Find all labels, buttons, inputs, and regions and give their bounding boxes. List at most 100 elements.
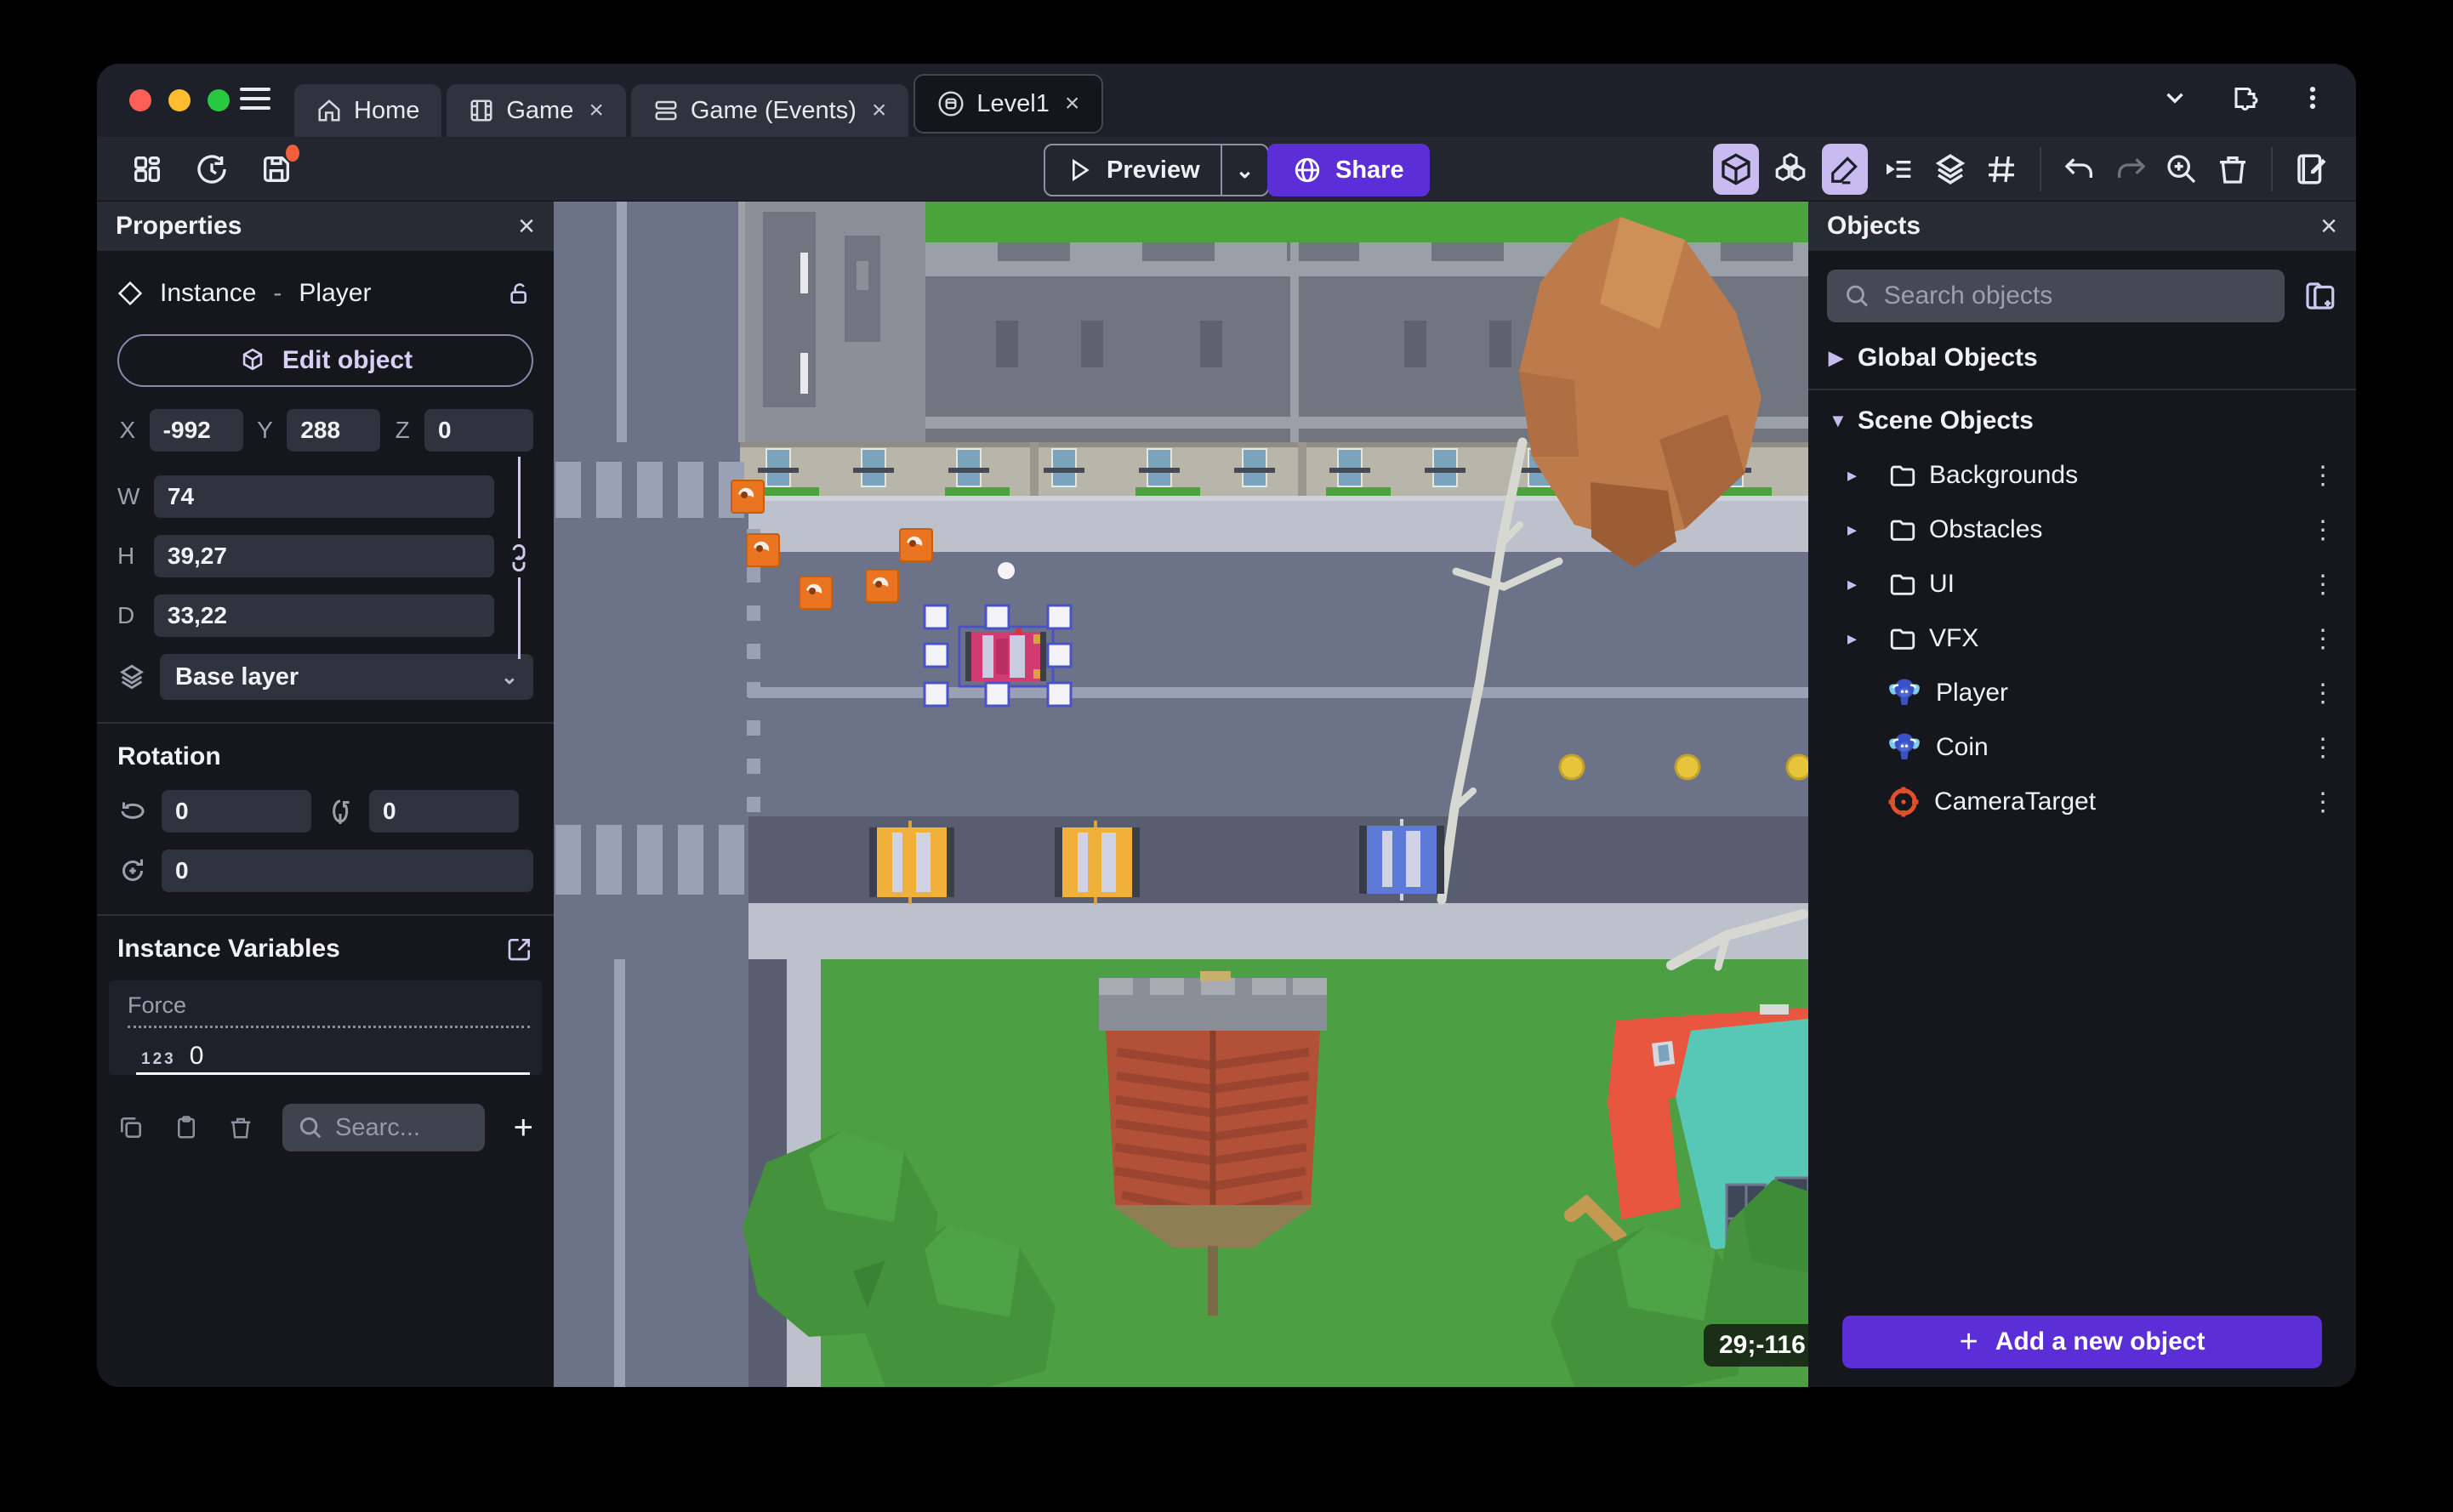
- variables-search[interactable]: [282, 1104, 485, 1151]
- depth-input[interactable]: [153, 594, 494, 637]
- close-tab-icon[interactable]: ×: [589, 96, 604, 125]
- globe-icon: [1295, 157, 1320, 183]
- expanded-arrow-icon: ▼: [1829, 410, 1847, 431]
- height-input[interactable]: [153, 535, 494, 577]
- blue-car: [1359, 819, 1444, 901]
- folder-vfx[interactable]: ▸ VFX ⋮: [1808, 611, 2356, 666]
- group-label: Scene Objects: [1858, 406, 2034, 435]
- layer-select[interactable]: Base layer ⌄: [160, 654, 533, 700]
- folder-obstacles[interactable]: ▸ Obstacles ⋮: [1808, 503, 2356, 557]
- tab-level1[interactable]: Level1 ×: [913, 74, 1104, 134]
- close-properties-icon[interactable]: ×: [518, 210, 535, 243]
- layer-caret-icon: ⌄: [500, 665, 518, 689]
- objects-search-input[interactable]: [1883, 281, 2268, 310]
- dimensions-link-toggle[interactable]: [506, 457, 532, 659]
- folder-ui[interactable]: ▸ UI ⋮: [1808, 557, 2356, 611]
- undo-icon[interactable]: [2060, 150, 2099, 189]
- search-icon: [299, 1117, 322, 1139]
- hamburger-menu-icon[interactable]: [240, 88, 270, 110]
- kebab-menu-icon[interactable]: ⋮: [2310, 515, 2336, 545]
- maximize-window-button[interactable]: [208, 89, 230, 111]
- instance-header-row: Instance - Player: [117, 268, 533, 319]
- titlebar: Home Game × Game (Events) × Level1 ×: [97, 64, 2356, 137]
- rotation-x-input[interactable]: [162, 790, 311, 833]
- layers-icon[interactable]: [1931, 150, 1970, 189]
- scene-objects-group[interactable]: ▼ Scene Objects: [1808, 394, 2356, 448]
- app-window: Home Game × Game (Events) × Level1 × Pre…: [97, 64, 2356, 1387]
- edit-pencil-icon[interactable]: [1822, 144, 1868, 195]
- scene-editor-canvas[interactable]: 29;-116: [554, 202, 1808, 1387]
- variable-card-force[interactable]: Force 123 0: [109, 981, 542, 1075]
- panels-layout-icon[interactable]: [128, 150, 167, 189]
- y-input[interactable]: [287, 409, 381, 452]
- scene-icon: [938, 91, 964, 117]
- x-input[interactable]: [149, 409, 243, 452]
- kebab-menu-icon[interactable]: ⋮: [2310, 679, 2336, 708]
- history-icon[interactable]: [192, 150, 231, 189]
- 3d-view-icon[interactable]: [1713, 144, 1759, 195]
- kebab-menu-icon[interactable]: ⋮: [2310, 461, 2336, 491]
- kebab-menu-icon[interactable]: [2298, 83, 2327, 112]
- global-objects-group[interactable]: ▶ Global Objects: [1808, 331, 2356, 385]
- minimize-window-button[interactable]: [168, 89, 191, 111]
- preview-button[interactable]: Preview ⌄: [1044, 144, 1270, 196]
- tab-home[interactable]: Home: [294, 84, 442, 137]
- close-window-button[interactable]: [129, 89, 151, 111]
- delete-trash-icon[interactable]: [2213, 150, 2252, 189]
- tab-label: Home: [354, 96, 420, 124]
- kebab-menu-icon[interactable]: ⋮: [2310, 570, 2336, 600]
- cursor-coordinates-badge: 29;-116: [1704, 1324, 1808, 1367]
- delete-variable-trash-icon[interactable]: [228, 1114, 253, 1141]
- edit-object-button[interactable]: Edit object: [117, 334, 533, 387]
- object-cameratarget[interactable]: CameraTarget ⋮: [1808, 775, 2356, 829]
- object-label: CameraTarget: [1934, 787, 2097, 816]
- rotation-y-input[interactable]: [369, 790, 519, 833]
- redo-icon[interactable]: [2111, 150, 2150, 189]
- object-coin[interactable]: Coin ⋮: [1808, 720, 2356, 775]
- monkey-object-icon: [1889, 679, 1920, 705]
- unlock-icon[interactable]: [506, 280, 533, 307]
- object-player[interactable]: Player ⋮: [1808, 666, 2356, 720]
- add-folder-icon[interactable]: [2302, 278, 2337, 314]
- preview-dropdown-caret[interactable]: ⌄: [1222, 157, 1268, 184]
- variables-search-input[interactable]: [335, 1113, 446, 1142]
- close-objects-icon[interactable]: ×: [2320, 210, 2337, 243]
- kebab-menu-icon[interactable]: ⋮: [2310, 733, 2336, 763]
- extensions-puzzle-icon[interactable]: [2228, 82, 2259, 113]
- objects-search[interactable]: [1827, 270, 2285, 322]
- x-label: X: [119, 417, 136, 443]
- close-tab-icon[interactable]: ×: [1065, 89, 1080, 118]
- save-icon[interactable]: [257, 144, 299, 189]
- open-variables-external-icon[interactable]: [506, 935, 533, 963]
- folder-label: Backgrounds: [1929, 461, 2079, 489]
- chevron-down-icon[interactable]: [2160, 83, 2189, 112]
- objects-cubes-icon[interactable]: [1771, 150, 1810, 189]
- rotation-z-input[interactable]: [162, 850, 533, 892]
- main-area: Properties × Instance - Player Edit obje…: [97, 202, 2356, 1387]
- h-label: H: [117, 543, 135, 569]
- tab-game-events[interactable]: Game (Events) ×: [630, 84, 909, 137]
- instances-list-icon[interactable]: [1880, 150, 1919, 189]
- grid-icon[interactable]: [1982, 150, 2021, 189]
- add-new-object-button[interactable]: + Add a new object: [1842, 1316, 2322, 1368]
- rotation-title: Rotation: [117, 742, 221, 770]
- zoom-in-icon[interactable]: [2162, 150, 2201, 189]
- add-variable-button[interactable]: +: [514, 1111, 533, 1145]
- window-controls: [129, 89, 230, 111]
- tab-game[interactable]: Game ×: [447, 84, 626, 137]
- tab-label: Level1: [976, 89, 1050, 117]
- copy-icon[interactable]: [117, 1114, 145, 1141]
- variable-value[interactable]: 0: [190, 1042, 204, 1071]
- width-input[interactable]: [153, 475, 494, 518]
- z-input[interactable]: [424, 409, 534, 452]
- layer-value: Base layer: [175, 662, 299, 691]
- kebab-menu-icon[interactable]: ⋮: [2310, 624, 2336, 654]
- close-tab-icon[interactable]: ×: [872, 96, 887, 125]
- paste-clipboard-icon[interactable]: [174, 1114, 199, 1141]
- share-button[interactable]: Share: [1267, 144, 1430, 196]
- kebab-menu-icon[interactable]: ⋮: [2310, 787, 2336, 817]
- unsaved-changes-dot: [286, 144, 299, 162]
- folder-icon: [1890, 465, 1915, 486]
- folder-backgrounds[interactable]: ▸ Backgrounds ⋮: [1808, 448, 2356, 503]
- scene-properties-icon[interactable]: [2291, 150, 2331, 189]
